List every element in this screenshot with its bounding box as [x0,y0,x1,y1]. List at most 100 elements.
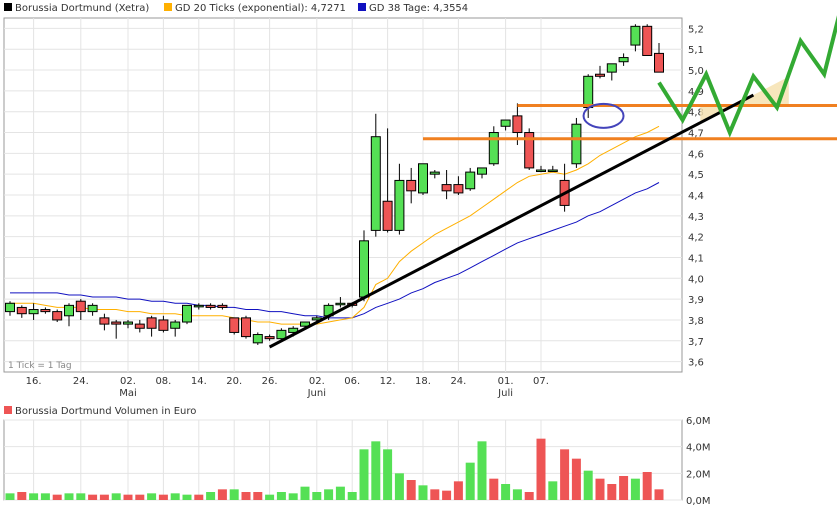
candle [52,309,63,323]
candle-body [606,63,617,73]
volume-bar [418,485,428,500]
candle-body [276,329,287,340]
price-tick-label: 5,2 [688,24,704,35]
price-tick-label: 4,3 [688,212,704,223]
volume-bar [394,473,404,500]
price-tick-label: 3,7 [688,337,704,348]
x-tick-label: 18. [415,376,431,387]
price-tick-label: 4,4 [688,191,704,202]
volume-bar [477,441,487,500]
x-tick-label: 24. [450,376,466,387]
x-tick-label: 02. [309,376,325,387]
x-tick-label: 26. [262,376,278,387]
legend-item-price: Borussia Dortmund (Xetra) [4,3,149,14]
candle [642,24,653,56]
volume-bar [88,494,98,500]
volume-bar [52,494,62,500]
volume-bar [194,494,204,500]
legend-item-ma20: GD 20 Ticks (exponential): 4,7271 [164,3,346,14]
candle-body [583,75,594,109]
volume-bar [595,478,605,500]
volume-axis-labels: 0,0M 2,0M 4,0M 6,0M [686,416,711,507]
candle-body [571,123,582,165]
volume-bar [276,492,286,500]
candle-body [382,200,393,231]
candle-body [40,309,51,313]
stock-chart: Borussia Dortmund (Xetra) GD 20 Ticks (e… [3,3,837,507]
candle-body [134,323,145,329]
candle [488,126,499,166]
candle-body [512,115,523,134]
price-tick-label: 4,6 [688,149,704,160]
volume-bar [170,493,180,500]
volume-bar [442,490,452,500]
legend-swatch-price [4,3,12,11]
volume-bar [111,493,121,500]
volume-title: Borussia Dortmund Volumen in Euro [15,406,196,417]
volume-tick-label: 0,0M [686,496,711,507]
volume-bar [123,494,133,500]
candle-body [229,317,240,333]
x-tick-label: 01. [498,376,514,387]
volume-bar [347,492,357,500]
volume-bar [135,494,145,500]
volume-bar [359,449,369,500]
volume-bar [383,449,393,500]
x-axis-labels: 16. 24. 02. 08. 14. 20. 26. 02. 06. 12. 18. 24. 01. 0… [26,376,549,399]
candle-body [394,179,405,231]
volume-bar [453,481,463,500]
x-tick-label: 14. [191,376,207,387]
volume-bar [465,462,475,500]
candle-body [500,119,511,127]
candle-body [335,302,346,306]
price-tick-label: 3,9 [688,295,704,306]
volume-bar [229,489,239,500]
candle-body [654,52,664,73]
volume-bar [654,489,664,500]
candle-body [75,300,86,313]
legend-swatch-ma38 [358,3,366,11]
candle-body [359,240,369,298]
volume-bar [430,489,440,500]
volume-bar [335,486,345,500]
volume-bar [206,492,216,500]
volume-bar [524,492,534,500]
price-tick-label: 4,0 [688,274,704,285]
candle-body [477,167,487,175]
candle-body [595,73,605,77]
price-tick-label: 4,1 [688,253,704,264]
x-month-label: Juni [307,388,326,399]
volume-panel: Borussia Dortmund Volumen in Euro 0,0M 2,… [3,406,711,507]
tick-note: 1 Tick = 1 Tag [8,361,72,371]
candle-body [182,304,192,323]
candle-body [205,304,216,308]
legend-label-price: Borussia Dortmund (Xetra) [15,3,149,14]
volume-legend-swatch [4,406,12,414]
candle-body [5,302,15,313]
volume-bar [17,492,27,500]
legend-item-ma38: GD 38 Tage: 4,3554 [358,3,468,14]
volume-bar [40,493,50,500]
candle-body [370,136,381,231]
volume-bar [406,480,416,500]
volume-bar [501,484,511,500]
candle-body [217,304,228,308]
volume-bar [29,493,39,500]
legend-label-ma20: GD 20 Ticks (exponential): 4,7271 [175,3,346,14]
legend-label-ma38: GD 38 Tage: 4,3554 [369,3,468,14]
candle [524,128,535,171]
volume-bar [571,458,581,500]
x-tick-label: 06. [344,376,360,387]
candle [418,163,428,195]
volume-tick-label: 4,0M [686,443,711,454]
candle-body [642,25,653,56]
candle-body [28,309,39,315]
volume-bar [99,494,109,500]
price-tick-label: 3,6 [688,358,704,369]
price-tick-label: 4,5 [688,170,704,181]
candle-body [87,304,98,313]
candle-body [488,132,499,165]
volume-bar [619,476,629,500]
volume-bar [512,489,522,500]
price-tick-label: 3,8 [688,316,704,327]
